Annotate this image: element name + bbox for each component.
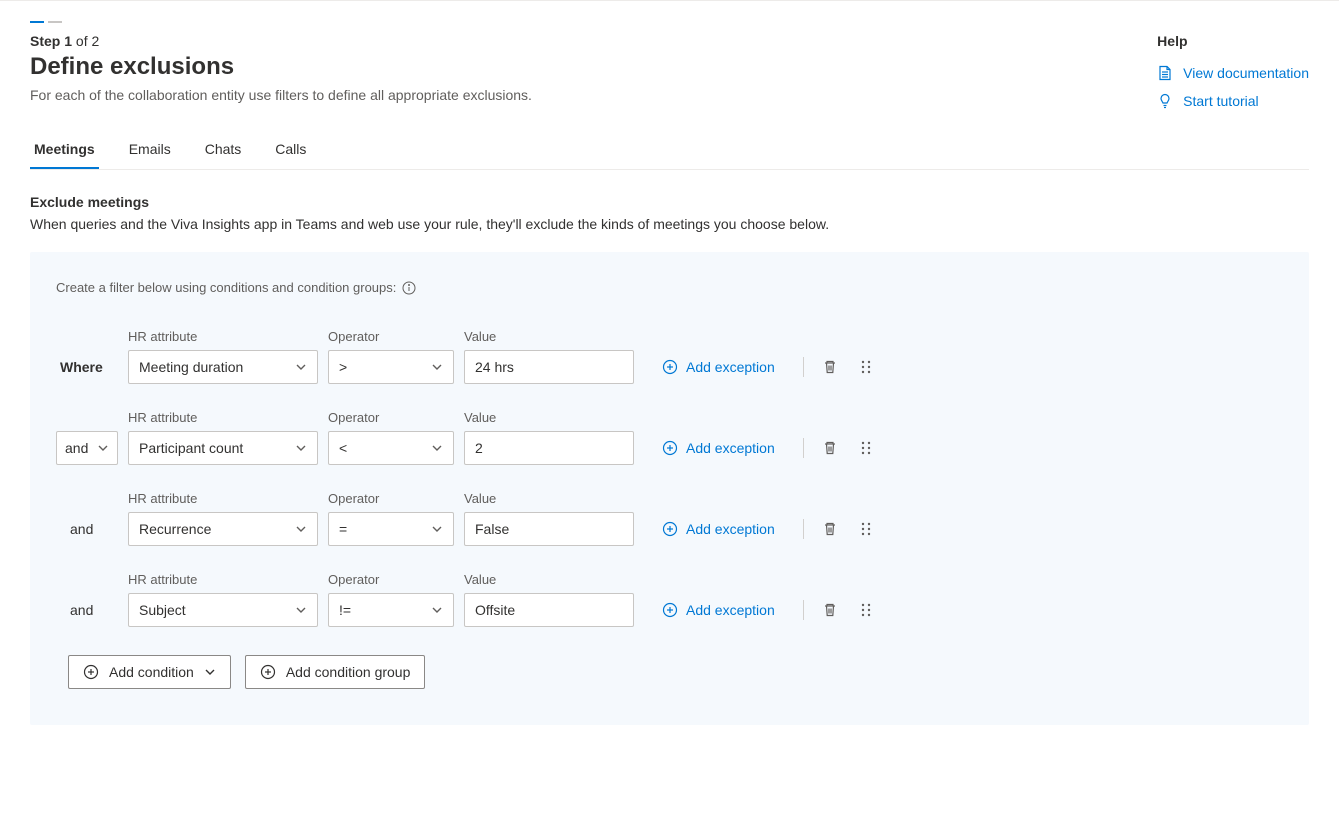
plus-circle-icon: [260, 664, 276, 680]
delete-condition-button[interactable]: [820, 600, 840, 620]
operator-label: Operator: [328, 329, 454, 344]
tab-emails[interactable]: Emails: [125, 131, 175, 169]
plus-circle-icon: [662, 440, 678, 456]
add-condition-button[interactable]: Add condition: [68, 655, 231, 689]
tab-chats[interactable]: Chats: [201, 131, 246, 169]
value-label: Value: [464, 491, 634, 506]
operator-select[interactable]: >: [328, 350, 454, 384]
operator-select[interactable]: !=: [328, 593, 454, 627]
chevron-down-icon: [431, 523, 443, 535]
condition-prefix-and: and: [56, 593, 118, 627]
progress-segment-2: [48, 21, 62, 23]
chevron-down-icon: [295, 361, 307, 373]
chevron-down-icon: [295, 604, 307, 616]
grip-icon: [859, 440, 873, 456]
entity-tabs: Meetings Emails Chats Calls: [30, 131, 1309, 170]
exclude-heading: Exclude meetings: [30, 194, 1309, 210]
drag-handle[interactable]: [856, 600, 876, 620]
trash-icon: [822, 602, 838, 618]
operator-label: Operator: [328, 410, 454, 425]
drag-handle[interactable]: [856, 357, 876, 377]
chevron-down-icon: [431, 361, 443, 373]
operator-label: Operator: [328, 491, 454, 506]
exclude-description: When queries and the Viva Insights app i…: [30, 216, 1309, 232]
trash-icon: [822, 521, 838, 537]
document-icon: [1157, 65, 1173, 81]
logic-operator-select[interactable]: and: [56, 431, 118, 465]
lightbulb-icon: [1157, 93, 1173, 109]
add-exception-button[interactable]: Add exception: [662, 440, 787, 456]
delete-condition-button[interactable]: [820, 519, 840, 539]
tab-calls[interactable]: Calls: [271, 131, 310, 169]
value-label: Value: [464, 410, 634, 425]
value-label: Value: [464, 329, 634, 344]
add-exception-button[interactable]: Add exception: [662, 521, 787, 537]
chevron-down-icon: [431, 442, 443, 454]
hr-attribute-select[interactable]: Participant count: [128, 431, 318, 465]
help-heading: Help: [1157, 33, 1309, 49]
step-label: Step 1 of 2: [30, 33, 532, 49]
add-exception-button[interactable]: Add exception: [662, 359, 787, 375]
condition-row: and HR attribute Subject Operator != Val…: [56, 572, 1283, 627]
tab-meetings[interactable]: Meetings: [30, 131, 99, 169]
add-condition-group-button[interactable]: Add condition group: [245, 655, 426, 689]
start-tutorial-link[interactable]: Start tutorial: [1157, 93, 1309, 109]
hr-attribute-select[interactable]: Recurrence: [128, 512, 318, 546]
chevron-down-icon: [97, 442, 109, 454]
step-progress: [30, 21, 1309, 23]
plus-circle-icon: [662, 521, 678, 537]
delete-condition-button[interactable]: [820, 438, 840, 458]
hr-attribute-label: HR attribute: [128, 410, 318, 425]
value-label: Value: [464, 572, 634, 587]
value-input[interactable]: False: [464, 512, 634, 546]
condition-row: and HR attribute Participant count Opera…: [56, 410, 1283, 465]
divider: [803, 438, 804, 458]
grip-icon: [859, 521, 873, 537]
plus-circle-icon: [662, 602, 678, 618]
operator-label: Operator: [328, 572, 454, 587]
hr-attribute-select[interactable]: Subject: [128, 593, 318, 627]
condition-prefix-and: and: [56, 512, 118, 546]
plus-circle-icon: [83, 664, 99, 680]
plus-circle-icon: [662, 359, 678, 375]
hr-attribute-label: HR attribute: [128, 491, 318, 506]
divider: [803, 357, 804, 377]
value-input[interactable]: 24 hrs: [464, 350, 634, 384]
divider: [803, 519, 804, 539]
condition-prefix-where: Where: [56, 350, 118, 384]
value-input[interactable]: 2: [464, 431, 634, 465]
hr-attribute-select[interactable]: Meeting duration: [128, 350, 318, 384]
chevron-down-icon: [295, 442, 307, 454]
chevron-down-icon: [295, 523, 307, 535]
condition-row: Where HR attribute Meeting duration Oper…: [56, 329, 1283, 384]
page-subtitle: For each of the collaboration entity use…: [30, 87, 532, 103]
filter-intro: Create a filter below using conditions a…: [56, 280, 1283, 295]
grip-icon: [859, 359, 873, 375]
info-icon[interactable]: [402, 281, 416, 295]
value-input[interactable]: Offsite: [464, 593, 634, 627]
hr-attribute-label: HR attribute: [128, 572, 318, 587]
progress-segment-1: [30, 21, 44, 23]
grip-icon: [859, 602, 873, 618]
condition-row: and HR attribute Recurrence Operator = V…: [56, 491, 1283, 546]
chevron-down-icon: [431, 604, 443, 616]
view-documentation-link[interactable]: View documentation: [1157, 65, 1309, 81]
chevron-down-icon: [204, 666, 216, 678]
drag-handle[interactable]: [856, 519, 876, 539]
filter-panel: Create a filter below using conditions a…: [30, 252, 1309, 725]
trash-icon: [822, 440, 838, 456]
operator-select[interactable]: <: [328, 431, 454, 465]
hr-attribute-label: HR attribute: [128, 329, 318, 344]
trash-icon: [822, 359, 838, 375]
drag-handle[interactable]: [856, 438, 876, 458]
delete-condition-button[interactable]: [820, 357, 840, 377]
add-exception-button[interactable]: Add exception: [662, 602, 787, 618]
divider: [803, 600, 804, 620]
page-title: Define exclusions: [30, 53, 532, 81]
operator-select[interactable]: =: [328, 512, 454, 546]
